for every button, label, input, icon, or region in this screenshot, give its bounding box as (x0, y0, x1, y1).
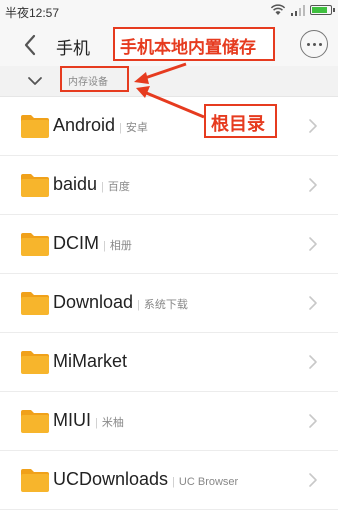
file-list: Android | 安卓 baidu | 百度 DCIM | 相册 Downlo… (0, 97, 338, 510)
chevron-right-icon (309, 119, 317, 133)
separator: | (137, 299, 140, 311)
file-name: UCDownloads (53, 469, 169, 489)
file-name-line: Download | 系统下载 (53, 292, 188, 313)
chevron-right-icon (309, 414, 317, 428)
file-subtitle-wrap: | 相册 (103, 240, 132, 252)
chevron-right-icon (309, 296, 317, 310)
file-name-line: baidu | 百度 (53, 174, 130, 195)
file-subtitle: 系统下载 (143, 299, 188, 311)
file-subtitle: 百度 (107, 181, 130, 193)
separator: | (101, 181, 104, 193)
list-item-mimarket[interactable]: MiMarket (0, 333, 338, 392)
file-subtitle: 相册 (109, 240, 132, 252)
folder-icon (21, 351, 49, 374)
status-bar: 半夜12:57 (0, 0, 338, 24)
file-subtitle: UC Browser (178, 476, 239, 488)
signal-icon (291, 5, 305, 16)
file-subtitle-wrap: | 安卓 (119, 122, 148, 134)
file-subtitle-wrap: | 系统下载 (137, 299, 188, 311)
list-item-miui[interactable]: MIUI | 米柚 (0, 392, 338, 451)
file-name: DCIM (53, 233, 99, 253)
separator: | (95, 417, 98, 429)
separator: | (119, 122, 122, 134)
chevron-right-icon (309, 355, 317, 369)
wifi-icon (270, 4, 286, 15)
separator: | (172, 476, 175, 488)
folder-icon (21, 410, 49, 433)
battery-level (312, 7, 327, 13)
folder-icon (21, 292, 49, 315)
list-item-download[interactable]: Download | 系统下载 (0, 274, 338, 333)
file-subtitle-wrap: | 米柚 (95, 417, 124, 429)
back-arrow-icon[interactable] (16, 30, 46, 60)
breadcrumb-current-storage[interactable]: 内存设备 (60, 66, 129, 92)
file-name: Android (53, 115, 116, 135)
page-title: 手机 (56, 39, 90, 58)
chevron-right-icon (309, 473, 317, 487)
list-item-android[interactable]: Android | 安卓 (0, 97, 338, 156)
breadcrumb: 内存设备 (0, 66, 338, 97)
battery-icon (310, 5, 335, 15)
folder-icon (21, 115, 49, 138)
file-subtitle: 安卓 (125, 122, 148, 134)
file-subtitle-wrap: | UC Browser (172, 476, 238, 488)
file-name: MIUI (53, 410, 91, 430)
file-subtitle: 米柚 (101, 417, 124, 429)
list-item-ucdownloads[interactable]: UCDownloads | UC Browser (0, 451, 338, 510)
annotation-storage-label: 手机本地内置储存 (113, 27, 275, 61)
list-item-dcim[interactable]: DCIM | 相册 (0, 215, 338, 274)
chevron-right-icon (309, 178, 317, 192)
folder-icon (21, 469, 49, 492)
folder-icon (21, 233, 49, 256)
file-name-line: Android | 安卓 (53, 115, 148, 136)
more-dot (306, 42, 310, 46)
file-name-line: MIUI | 米柚 (53, 410, 124, 431)
separator: | (103, 240, 106, 252)
more-options-icon[interactable] (300, 30, 328, 58)
chevron-right-icon (309, 237, 317, 251)
file-name: Download (53, 292, 134, 312)
file-subtitle-wrap: | 百度 (101, 181, 130, 193)
file-name-line: MiMarket (53, 351, 127, 372)
status-time: 半夜12:57 (5, 6, 60, 20)
status-icons (270, 4, 335, 16)
file-name-line: DCIM | 相册 (53, 233, 132, 254)
more-dot (312, 42, 316, 46)
more-dot (318, 42, 322, 46)
file-name: baidu (53, 174, 98, 194)
chevron-down-icon[interactable] (24, 70, 46, 92)
folder-icon (21, 174, 49, 197)
list-item-baidu[interactable]: baidu | 百度 (0, 156, 338, 215)
file-name: MiMarket (53, 351, 128, 371)
